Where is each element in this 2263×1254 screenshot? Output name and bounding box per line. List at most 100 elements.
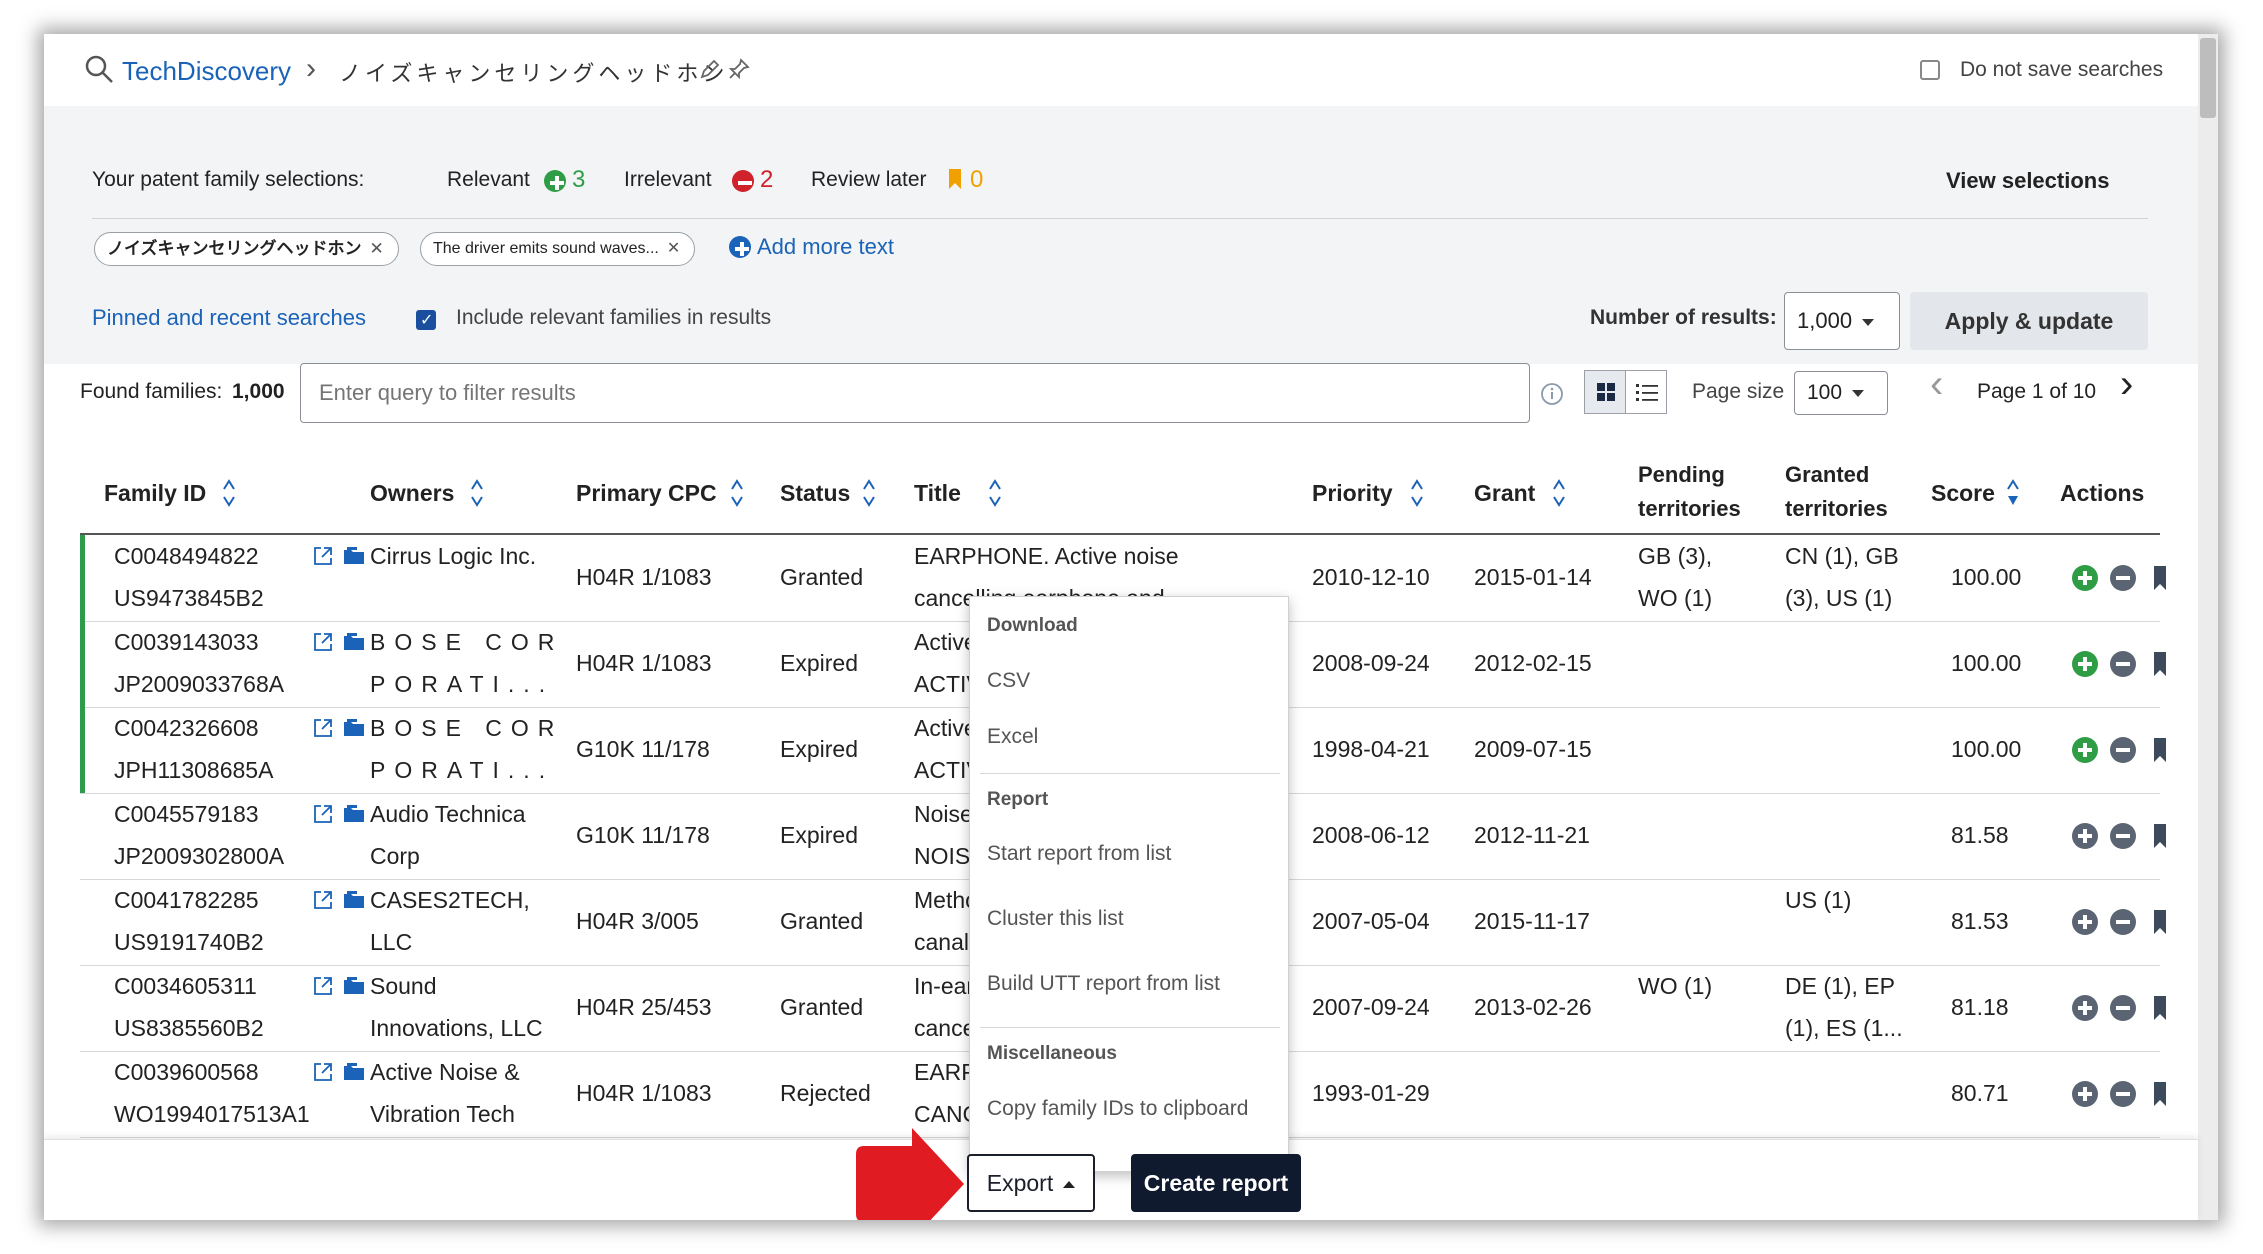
bookmark-icon[interactable] — [2152, 823, 2168, 849]
col-score[interactable]: Score — [1931, 476, 1995, 510]
mark-irrelevant-icon[interactable] — [2110, 651, 2136, 677]
app-name-link[interactable]: TechDiscovery — [122, 56, 291, 87]
prev-page-icon[interactable]: ‹ — [1930, 362, 1943, 407]
view-selections-link[interactable]: View selections — [1946, 168, 2109, 194]
family-id-link[interactable]: C0041782285 — [114, 879, 259, 921]
col-primary-cpc[interactable]: Primary CPC — [576, 476, 717, 510]
mark-irrelevant-icon[interactable] — [2110, 737, 2136, 763]
scrollbar-thumb[interactable] — [2200, 38, 2216, 118]
irrelevant-count[interactable]: 2 — [760, 166, 773, 194]
sort-icon[interactable] — [470, 478, 484, 508]
sort-icon[interactable] — [222, 478, 236, 508]
menu-item-cluster[interactable]: Cluster this list — [987, 907, 1124, 931]
menu-item-excel[interactable]: Excel — [987, 725, 1038, 749]
create-report-button[interactable]: Create report — [1131, 1154, 1301, 1212]
mark-relevant-icon[interactable] — [2072, 995, 2098, 1021]
family-id-link[interactable]: C0034605311 — [114, 965, 257, 1007]
family-id-link[interactable]: C0039600568 — [114, 1051, 259, 1093]
close-icon[interactable]: ✕ — [370, 239, 384, 258]
review-later-count[interactable]: 0 — [970, 166, 983, 194]
sort-icon[interactable] — [1552, 478, 1566, 508]
bookmark-icon[interactable] — [2152, 737, 2168, 763]
mark-irrelevant-icon[interactable] — [2110, 565, 2136, 591]
folder-icon[interactable] — [342, 631, 366, 653]
score: 100.00 — [1951, 650, 2022, 676]
col-owners[interactable]: Owners — [370, 476, 454, 510]
mark-relevant-icon[interactable] — [2072, 565, 2098, 591]
grid-view-toggle[interactable] — [1584, 370, 1626, 414]
folder-icon[interactable] — [342, 545, 366, 567]
folder-icon[interactable] — [342, 803, 366, 825]
family-id-link[interactable]: C0039143033 — [114, 621, 259, 663]
include-relevant-checkbox[interactable] — [416, 310, 436, 330]
mark-relevant-icon[interactable] — [2072, 823, 2098, 849]
col-status[interactable]: Status — [780, 476, 850, 510]
info-icon[interactable] — [1540, 382, 1564, 406]
close-icon[interactable]: ✕ — [667, 240, 680, 257]
mark-relevant-icon[interactable] — [2072, 737, 2098, 763]
folder-icon[interactable] — [342, 1061, 366, 1083]
bookmark-icon[interactable] — [2152, 651, 2168, 677]
external-link-icon[interactable] — [312, 631, 334, 653]
family-id-link[interactable]: C0042326608 — [114, 707, 259, 749]
scrollbar[interactable] — [2198, 34, 2218, 1220]
external-link-icon[interactable] — [312, 889, 334, 911]
bookmark-icon[interactable] — [2152, 1081, 2168, 1107]
external-link-icon[interactable] — [312, 803, 334, 825]
apply-update-button[interactable]: Apply & update — [1910, 292, 2148, 350]
sort-desc-icon[interactable] — [2006, 478, 2020, 508]
external-link-icon[interactable] — [312, 545, 334, 567]
search-icon — [85, 55, 113, 83]
external-link-icon[interactable] — [312, 975, 334, 997]
col-granted-territories[interactable]: Granted territories — [1785, 458, 1888, 526]
mark-irrelevant-icon[interactable] — [2110, 995, 2136, 1021]
mark-irrelevant-icon[interactable] — [2110, 909, 2136, 935]
mark-irrelevant-icon[interactable] — [2110, 823, 2136, 849]
export-button[interactable]: Export — [967, 1154, 1095, 1212]
col-priority[interactable]: Priority — [1312, 476, 1393, 510]
col-family-id[interactable]: Family ID — [104, 476, 206, 510]
col-grant[interactable]: Grant — [1474, 476, 1535, 510]
sort-icon[interactable] — [988, 478, 1002, 508]
col-pending-territories[interactable]: Pending territories — [1638, 458, 1741, 526]
menu-item-copy-ids[interactable]: Copy family IDs to clipboard — [987, 1097, 1248, 1121]
sort-icon[interactable] — [862, 478, 876, 508]
external-link-icon[interactable] — [312, 717, 334, 739]
folder-icon[interactable] — [342, 975, 366, 997]
search-chip[interactable]: The driver emits sound waves... ✕ — [420, 232, 696, 266]
filter-results-input[interactable] — [300, 363, 1530, 423]
mark-relevant-icon[interactable] — [2072, 651, 2098, 677]
mark-irrelevant-icon[interactable] — [2110, 1081, 2136, 1107]
do-not-save-checkbox[interactable] — [1920, 60, 1940, 80]
bookmark-icon[interactable] — [2152, 909, 2168, 935]
col-title[interactable]: Title — [914, 476, 961, 510]
owner-line1: Cirrus Logic Inc. — [370, 543, 537, 569]
pin-icon[interactable] — [728, 58, 750, 80]
add-more-icon[interactable] — [729, 236, 751, 258]
edit-icon[interactable] — [699, 58, 721, 80]
bookmark-icon[interactable] — [2152, 565, 2168, 591]
pinned-searches-link[interactable]: Pinned and recent searches — [92, 305, 366, 331]
granted-territories-line1: US (1) — [1785, 887, 1852, 913]
folder-icon[interactable] — [342, 889, 366, 911]
menu-item-start-report[interactable]: Start report from list — [987, 842, 1171, 866]
family-id-link[interactable]: C0048494822 — [114, 535, 259, 577]
relevant-count[interactable]: 3 — [572, 166, 585, 194]
menu-item-csv[interactable]: CSV — [987, 669, 1030, 693]
number-of-results-select[interactable]: 1,000 — [1784, 292, 1900, 350]
menu-item-utt-report[interactable]: Build UTT report from list — [987, 972, 1220, 996]
mark-relevant-icon[interactable] — [2072, 909, 2098, 935]
menu-divider — [980, 1027, 1280, 1028]
folder-icon[interactable] — [342, 717, 366, 739]
sort-icon[interactable] — [1410, 478, 1424, 508]
bookmark-icon[interactable] — [2152, 995, 2168, 1021]
page-size-select[interactable]: 100 — [1794, 371, 1888, 415]
add-more-text-link[interactable]: Add more text — [757, 234, 894, 260]
external-link-icon[interactable] — [312, 1061, 334, 1083]
mark-relevant-icon[interactable] — [2072, 1081, 2098, 1107]
family-id-link[interactable]: C0045579183 — [114, 793, 259, 835]
next-page-icon[interactable]: › — [2120, 362, 2133, 407]
list-view-toggle[interactable] — [1625, 370, 1667, 414]
sort-icon[interactable] — [730, 478, 744, 508]
search-chip[interactable]: ノイズキャンセリングヘッドホン ✕ — [94, 232, 399, 266]
